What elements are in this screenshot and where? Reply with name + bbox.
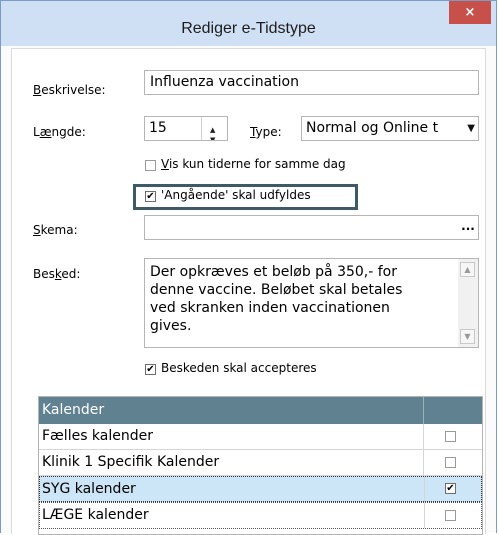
browse-button[interactable]: ... bbox=[458, 216, 478, 239]
row-label: SYG kalender bbox=[42, 481, 136, 497]
laengde-spinner[interactable]: 15 ▲ ▼ bbox=[144, 116, 228, 141]
row-label: Fælles kalender bbox=[42, 428, 154, 444]
vis-kun-checkbox[interactable] bbox=[145, 160, 156, 171]
spin-buttons[interactable]: ▲ ▼ bbox=[201, 117, 227, 140]
scroll-up-icon[interactable]: ▲ bbox=[460, 262, 475, 277]
type-label: Type: bbox=[250, 125, 282, 139]
kalender-table: Kalender Fælles kalender Klinik 1 Specif… bbox=[38, 396, 483, 535]
table-row[interactable]: Fælles kalender bbox=[39, 424, 482, 450]
row-checkbox[interactable]: ✔ bbox=[445, 483, 456, 494]
row-label: Klinik 1 Specifik Kalender bbox=[42, 454, 220, 470]
laengde-value: 15 bbox=[149, 120, 167, 136]
besked-text: Der opkræves et beløb på 350,- for denne… bbox=[150, 264, 403, 334]
laengde-label: Længde: bbox=[33, 125, 86, 139]
type-value: Normal og Online t bbox=[306, 120, 439, 136]
row-label: LÆGE kalender bbox=[42, 507, 149, 523]
row-checkbox[interactable] bbox=[445, 431, 456, 442]
accepteres-label[interactable]: Beskeden skal accepteres bbox=[161, 361, 317, 375]
beskrivelse-input[interactable]: Influenza vaccination bbox=[144, 70, 479, 95]
table-row[interactable]: Klinik 1 Specifik Kalender bbox=[39, 450, 482, 476]
row-divider bbox=[424, 503, 425, 528]
skema-label: Skema: bbox=[33, 223, 78, 237]
check-icon: ✔ bbox=[446, 483, 455, 494]
dropdown-arrow-icon[interactable]: ▼ bbox=[467, 117, 475, 140]
header-divider bbox=[423, 397, 424, 424]
accepteres-checkbox[interactable]: ✔ bbox=[145, 364, 156, 375]
angaende-checkbox[interactable]: ✔ bbox=[145, 191, 156, 202]
type-select[interactable]: Normal og Online t ▼ bbox=[301, 116, 479, 141]
close-icon: × bbox=[464, 5, 476, 20]
vis-kun-label[interactable]: Vis kun tiderne for samme dag bbox=[161, 157, 346, 171]
row-checkbox[interactable] bbox=[445, 457, 456, 468]
angaende-label[interactable]: 'Angående' skal udfyldes bbox=[161, 188, 311, 202]
row-checkbox[interactable] bbox=[445, 510, 456, 521]
besked-label: Besked: bbox=[33, 267, 81, 281]
dialog-body: Beskrivelse: Influenza vaccination Længd… bbox=[11, 48, 486, 535]
scroll-down-icon[interactable]: ▼ bbox=[460, 329, 475, 344]
besked-scrollbar[interactable]: ▲ ▼ bbox=[458, 259, 478, 347]
table-row-selected[interactable]: SYG kalender ✔ bbox=[39, 476, 482, 502]
row-divider bbox=[423, 424, 424, 449]
beskrivelse-label: Beskrivelse: bbox=[33, 83, 106, 97]
skema-input[interactable]: ... bbox=[144, 215, 479, 240]
table-header: Kalender bbox=[39, 397, 482, 424]
check-icon: ✔ bbox=[146, 191, 155, 202]
window-title: Rediger e-Tidstype bbox=[181, 20, 316, 37]
table-row[interactable]: LÆGE kalender bbox=[39, 502, 482, 529]
row-divider bbox=[424, 477, 425, 502]
column-header-kalender[interactable]: Kalender bbox=[42, 402, 104, 418]
besked-textarea[interactable]: Der opkræves et beløb på 350,- for denne… bbox=[144, 258, 479, 348]
row-divider bbox=[423, 450, 424, 475]
title-bar[interactable]: Rediger e-Tidstype × bbox=[1, 1, 496, 46]
dialog-window: Rediger e-Tidstype × Beskrivelse: Influe… bbox=[0, 0, 497, 535]
spin-down-icon[interactable]: ▼ bbox=[210, 129, 215, 140]
close-button[interactable]: × bbox=[449, 1, 491, 24]
check-icon: ✔ bbox=[146, 364, 155, 375]
